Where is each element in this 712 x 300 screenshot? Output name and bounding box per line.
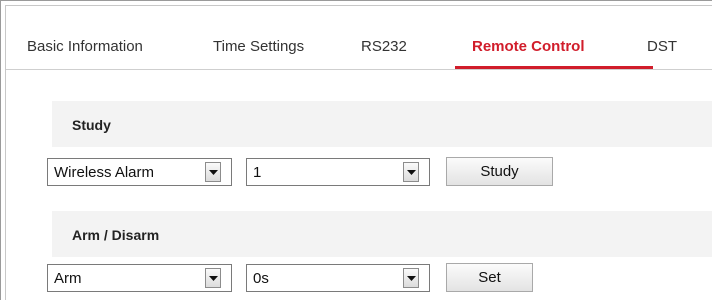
- chevron-down-icon[interactable]: [403, 268, 419, 288]
- arm-delay-value: 0s: [253, 270, 269, 287]
- chevron-down-icon[interactable]: [205, 268, 221, 288]
- section-header-arm-disarm: Arm / Disarm: [52, 211, 712, 257]
- study-button[interactable]: Study: [446, 157, 553, 186]
- tab-divider: [6, 69, 712, 70]
- section-title-arm-disarm: Arm / Disarm: [72, 227, 160, 243]
- tab-basic-information[interactable]: Basic Information: [27, 38, 143, 55]
- arm-mode-value: Arm: [54, 270, 82, 287]
- section-title-study: Study: [72, 117, 111, 133]
- chevron-down-icon[interactable]: [403, 162, 419, 182]
- tab-dst[interactable]: DST: [647, 38, 677, 55]
- tab-rs232[interactable]: RS232: [361, 38, 407, 55]
- section-header-study: Study: [52, 101, 712, 147]
- study-type-value: Wireless Alarm: [54, 164, 155, 181]
- tab-remote-control[interactable]: Remote Control: [472, 38, 585, 55]
- chevron-down-icon[interactable]: [205, 162, 221, 182]
- arm-mode-select[interactable]: Arm: [47, 264, 232, 292]
- study-number-select[interactable]: 1: [246, 158, 430, 186]
- study-number-value: 1: [253, 164, 262, 181]
- study-type-select[interactable]: Wireless Alarm: [47, 158, 232, 186]
- arm-delay-select[interactable]: 0s: [246, 264, 430, 292]
- set-button[interactable]: Set: [446, 263, 533, 292]
- tab-time-settings[interactable]: Time Settings: [213, 38, 304, 55]
